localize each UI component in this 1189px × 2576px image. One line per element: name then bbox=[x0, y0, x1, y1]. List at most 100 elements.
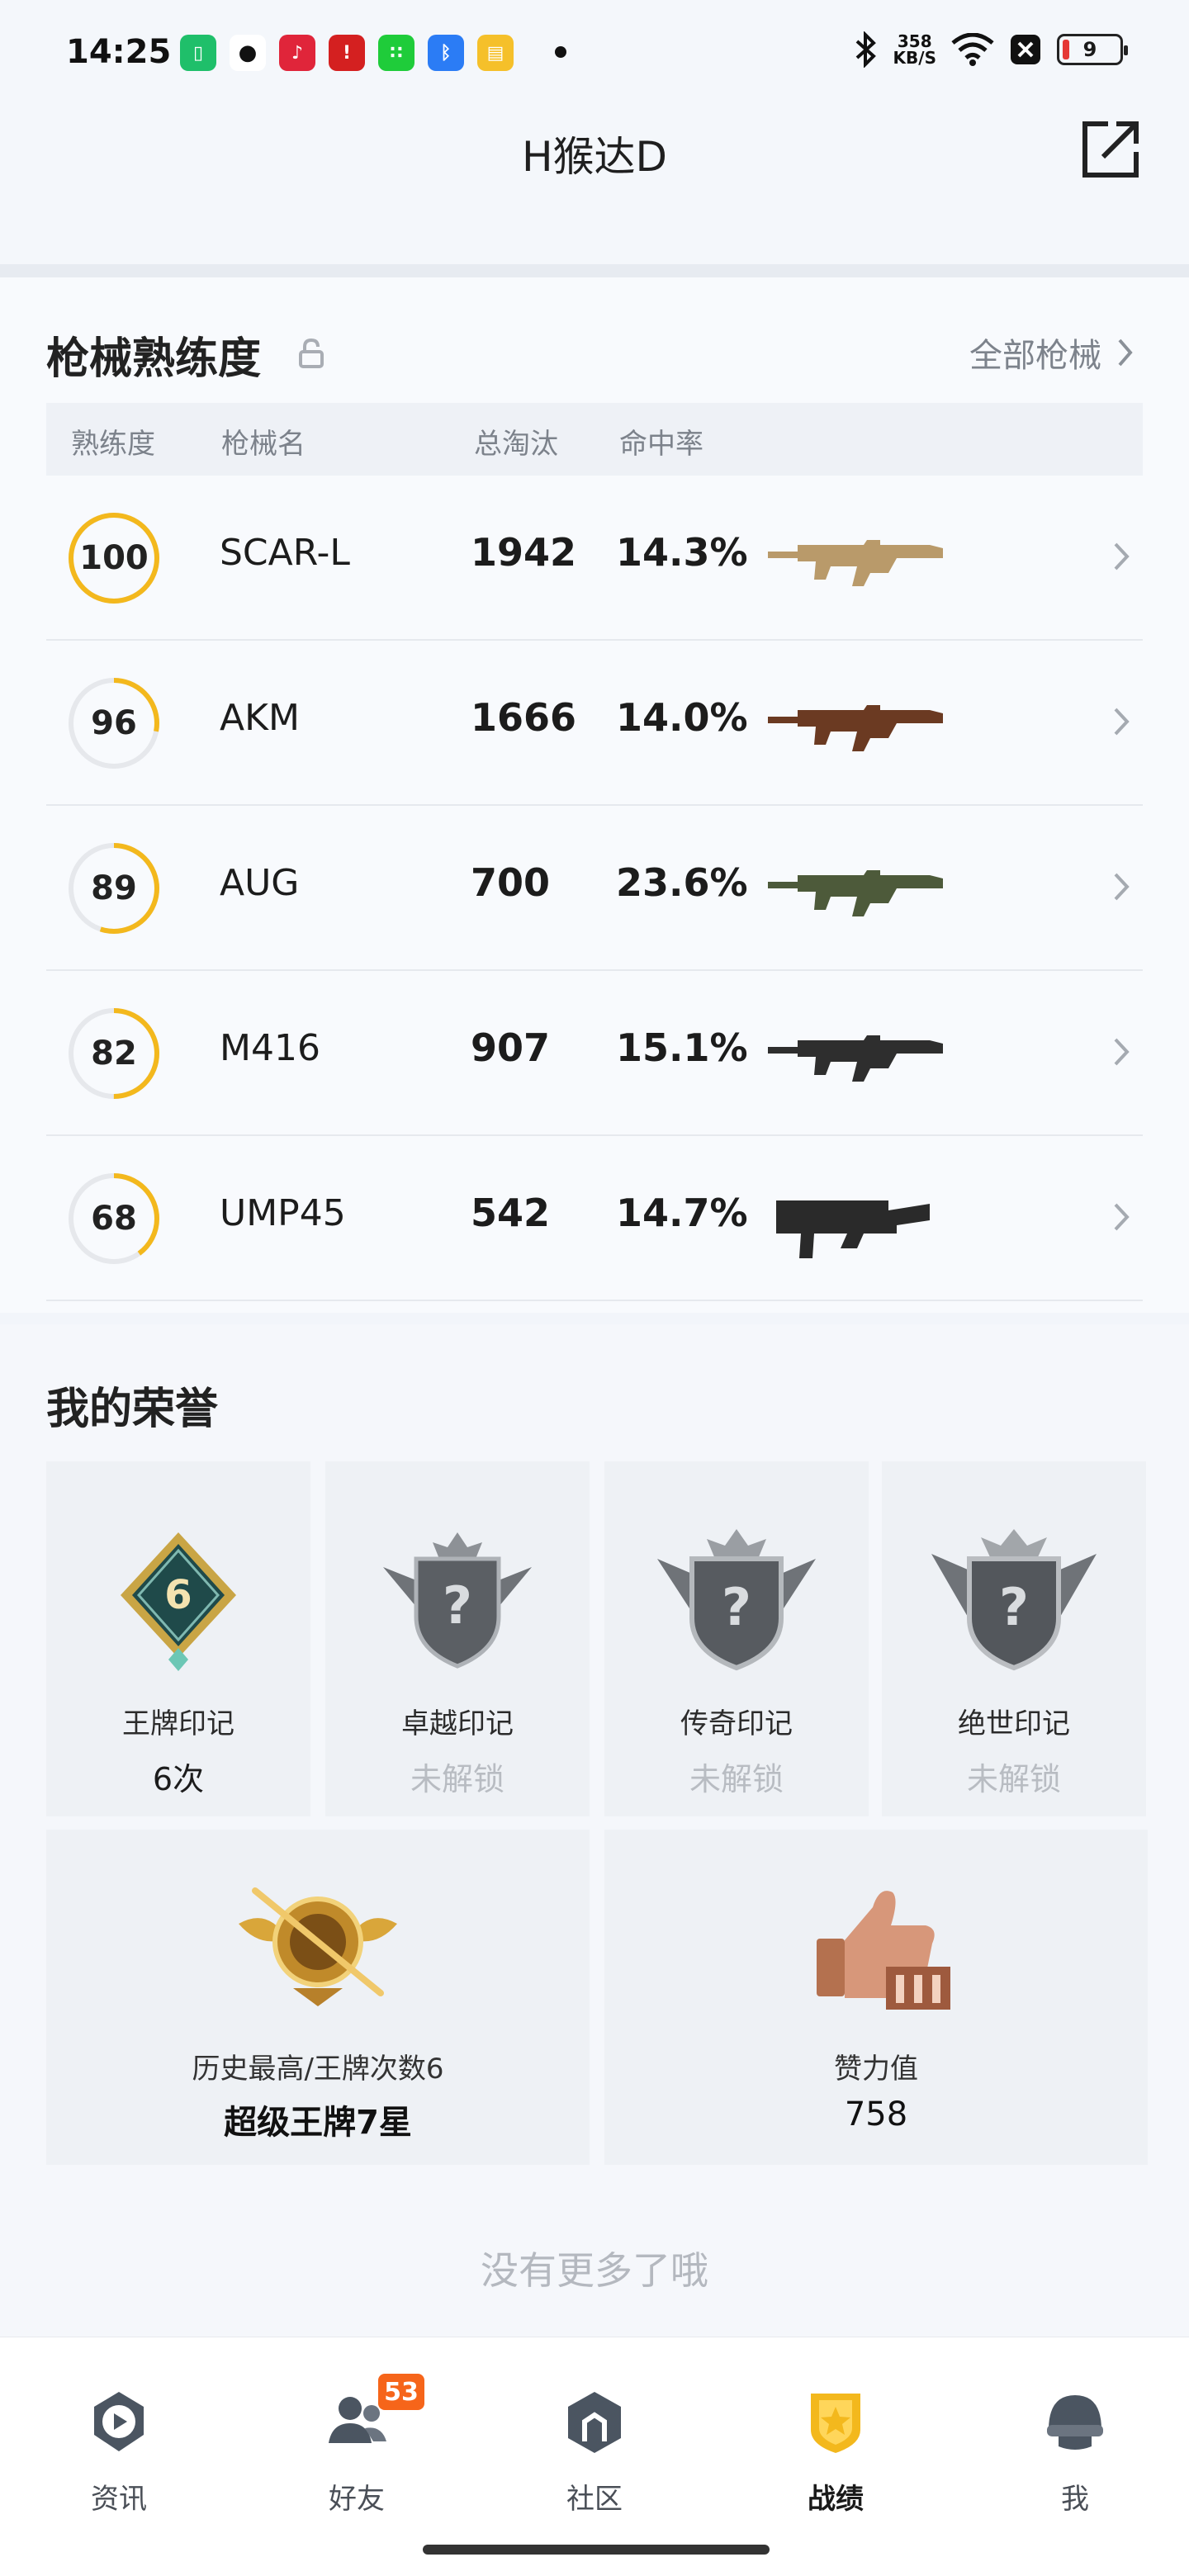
nav-item-friends[interactable]: 53 好友 bbox=[274, 2374, 439, 2529]
super-ace-rank-icon bbox=[239, 1887, 397, 2006]
nav-item-community[interactable]: 社区 bbox=[512, 2389, 677, 2529]
excellence-emblem-icon: ? bbox=[383, 1532, 532, 1669]
weapon-name: SCAR-L bbox=[220, 532, 350, 574]
badge-label: 卓越印记 bbox=[401, 1707, 514, 1740]
news-play-icon bbox=[94, 2392, 144, 2451]
badge-value: 未解锁 bbox=[410, 1761, 504, 1797]
weapon-row[interactable]: 96 AKM 1666 14.0% bbox=[46, 641, 1143, 806]
section-title: 枪械熟练度 bbox=[46, 334, 262, 384]
page-header: H猴达D bbox=[0, 99, 1189, 264]
weapon-hit-rate: 14.0% bbox=[616, 695, 748, 740]
wifi-icon bbox=[951, 33, 994, 66]
weapon-kills: 1942 bbox=[471, 530, 577, 575]
badge-value: 未解锁 bbox=[966, 1761, 1061, 1797]
chevron-right-icon bbox=[1114, 708, 1130, 736]
badge-card-excellence[interactable]: ? 卓越印记 未解锁 bbox=[325, 1461, 590, 1816]
weapon-row[interactable]: 82 M416 907 15.1% bbox=[46, 971, 1143, 1136]
friends-badge: 53 bbox=[378, 2374, 424, 2410]
svg-text:?: ? bbox=[999, 1577, 1029, 1637]
badge-card-ace[interactable]: 6 王牌印记 6次 bbox=[46, 1461, 310, 1816]
weapon-row[interactable]: 89 AUG 700 23.6% bbox=[46, 806, 1143, 971]
weapon-name: M416 bbox=[220, 1027, 320, 1069]
notification-icon: ! bbox=[329, 35, 365, 71]
record-shield-icon bbox=[811, 2394, 860, 2453]
more-notifications-dot bbox=[555, 46, 566, 58]
status-bar: 14:25 ▯ ● ♪ ! ∷ ᛒ ▤ 358 KB/S 9 bbox=[0, 0, 1189, 99]
weapon-hit-rate: 23.6% bbox=[616, 860, 748, 905]
m416-rifle-image bbox=[768, 1035, 943, 1082]
proficiency-value: 100 bbox=[79, 539, 149, 577]
weapon-name: AKM bbox=[220, 697, 300, 739]
status-time: 14:25 bbox=[66, 33, 172, 71]
weapon-hit-rate: 14.3% bbox=[616, 530, 748, 575]
column-hit-rate: 命中率 bbox=[619, 428, 703, 461]
proficiency-value: 96 bbox=[91, 704, 137, 742]
badge-label: 传奇印记 bbox=[680, 1707, 793, 1740]
scar-l-rifle-image bbox=[768, 540, 943, 586]
badge-value: 未解锁 bbox=[689, 1761, 784, 1797]
ace-emblem-icon: 6 bbox=[121, 1532, 236, 1671]
bluetooth-app-icon: ᛒ bbox=[428, 35, 464, 71]
lock-icon[interactable] bbox=[297, 337, 325, 370]
ace-emblem-number: 6 bbox=[164, 1572, 192, 1618]
all-weapons-label: 全部枪械 bbox=[969, 337, 1101, 375]
no-sim-icon bbox=[1011, 35, 1040, 64]
share-icon[interactable] bbox=[1078, 116, 1144, 182]
sim-icon: ▯ bbox=[180, 35, 216, 71]
end-of-list-text: 没有更多了哦 bbox=[481, 2248, 708, 2293]
ump45-smg-image bbox=[776, 1200, 930, 1258]
nav-label: 好友 bbox=[329, 2483, 385, 2516]
proficiency-value: 82 bbox=[91, 1035, 137, 1073]
notes-icon: ▤ bbox=[477, 35, 514, 71]
likes-label: 赞力值 bbox=[834, 2053, 918, 2086]
nav-item-me[interactable]: 我 bbox=[992, 2389, 1158, 2529]
svg-text:?: ? bbox=[443, 1575, 472, 1636]
bottom-navigation: 资讯 53 好友 社区 战绩 我 bbox=[0, 2337, 1189, 2576]
svg-text:?: ? bbox=[722, 1577, 751, 1637]
chevron-right-icon bbox=[1118, 339, 1133, 367]
weapon-hit-rate: 15.1% bbox=[616, 1025, 748, 1070]
nav-label: 社区 bbox=[566, 2483, 623, 2516]
badge-card-legend[interactable]: ? 传奇印记 未解锁 bbox=[604, 1461, 869, 1816]
weapon-row[interactable]: 68 UMP45 542 14.7% bbox=[46, 1136, 1143, 1301]
chevron-right-icon bbox=[1114, 1038, 1130, 1066]
badge-value: 6次 bbox=[152, 1761, 205, 1797]
badge-card-peerless[interactable]: ? 绝世印记 未解锁 bbox=[882, 1461, 1146, 1816]
music-icon: ♪ bbox=[279, 35, 315, 71]
weapon-kills: 907 bbox=[471, 1025, 551, 1070]
weapon-kills: 1666 bbox=[471, 695, 577, 740]
section-title: 我的荣誉 bbox=[46, 1385, 219, 1434]
section-divider bbox=[0, 264, 1189, 277]
highest-rank-card[interactable]: 历史最高/王牌次数6 超级王牌7星 bbox=[46, 1830, 590, 2165]
wechat-icon: ● bbox=[230, 35, 266, 71]
home-indicator[interactable] bbox=[423, 2545, 770, 2555]
column-proficiency: 熟练度 bbox=[71, 428, 155, 461]
battery-indicator: 9 bbox=[1057, 34, 1128, 65]
battery-level: 9 bbox=[1082, 38, 1097, 61]
nav-label: 我 bbox=[1061, 2483, 1089, 2516]
likes-card[interactable]: 赞力值 758 bbox=[604, 1830, 1148, 2165]
network-speed-unit: KB/S bbox=[893, 48, 936, 68]
weapon-kills: 700 bbox=[471, 860, 551, 905]
weapon-row[interactable]: 100 SCAR-L 1942 14.3% bbox=[46, 476, 1143, 641]
thumbs-up-trophy-icon bbox=[817, 1891, 950, 2010]
nav-item-records[interactable]: 战绩 bbox=[753, 2389, 918, 2529]
aug-rifle-image bbox=[768, 870, 943, 916]
likes-value: 758 bbox=[844, 2095, 908, 2133]
network-speed: 358 KB/S bbox=[893, 33, 936, 66]
column-kills: 总淘汰 bbox=[474, 428, 558, 461]
chevron-right-icon bbox=[1114, 1203, 1130, 1231]
akm-rifle-image bbox=[768, 705, 943, 751]
notification-app-icons: ▯ ● ♪ ! ∷ ᛒ ▤ bbox=[180, 35, 514, 71]
proficiency-value: 89 bbox=[91, 869, 137, 907]
player-name: H猴达D bbox=[521, 133, 668, 181]
nav-item-news[interactable]: 资讯 bbox=[36, 2389, 201, 2529]
system-indicators: 358 KB/S 9 bbox=[854, 31, 1128, 68]
weapon-hit-rate: 14.7% bbox=[616, 1191, 748, 1235]
column-weapon-name: 枪械名 bbox=[221, 428, 306, 461]
community-icon bbox=[568, 2392, 621, 2453]
all-weapons-link[interactable]: 全部枪械 bbox=[969, 329, 1135, 376]
weapon-name: AUG bbox=[220, 862, 300, 904]
legend-emblem-icon: ? bbox=[657, 1529, 816, 1671]
weapon-proficiency-section: 枪械熟练度 全部枪械 熟练度 枪械名 总淘汰 命中率 100 SCAR-L 1942… bbox=[0, 277, 1189, 1313]
